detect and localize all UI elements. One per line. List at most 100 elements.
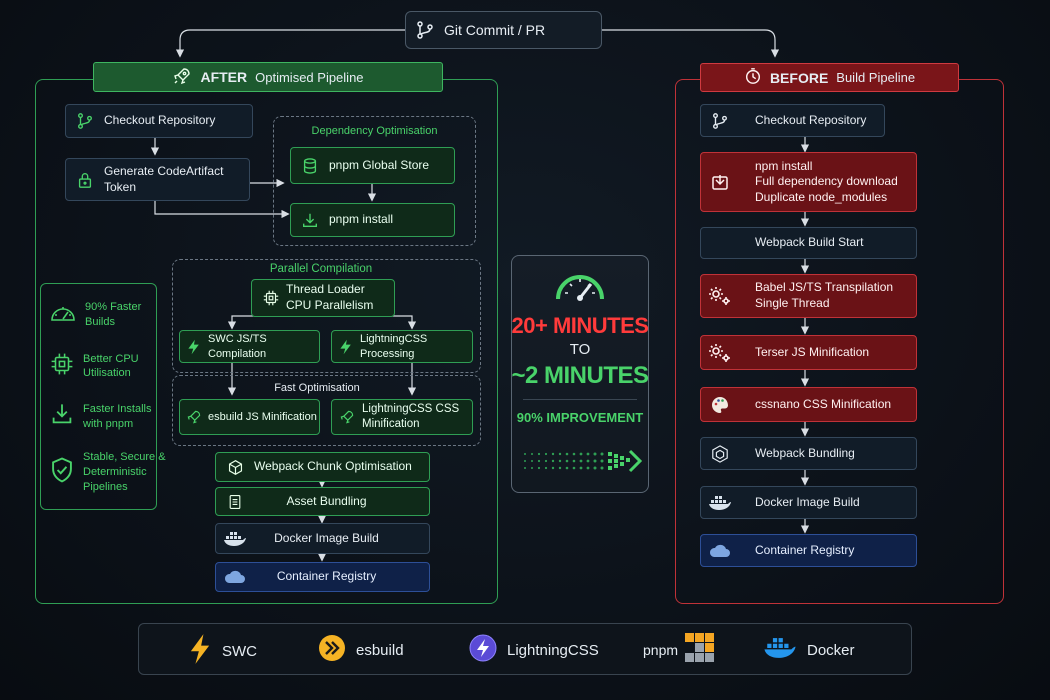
after-token-line1: Generate CodeArtifact [104, 163, 224, 178]
cpu-icon [49, 351, 75, 382]
rocket-icon [172, 66, 192, 89]
download-icon [49, 402, 75, 431]
webpack-bundling-label: Webpack Bundling [755, 445, 855, 460]
benefit-2-line1: Faster Installs [83, 403, 152, 415]
after-docker-label: Docker Image Build [274, 530, 379, 545]
before-banner-text: Build Pipeline [836, 70, 916, 85]
swc-bolt-icon [188, 633, 212, 669]
esbuild-icon [318, 634, 346, 666]
chunk-optimisation-node[interactable]: Webpack Chunk Optimisation [215, 452, 430, 482]
git-commit-node[interactable]: Git Commit / PR [405, 11, 602, 49]
lightning-min-line1: LightningCSS CSS [362, 403, 460, 416]
cssnano-label: cssnano CSS Minification [755, 396, 892, 411]
webpack-bundling-node[interactable]: Webpack Bundling [700, 437, 917, 470]
speed-arrow-icon [522, 447, 652, 480]
esbuild-minify-label: esbuild JS Minification [208, 410, 317, 423]
benefit-installs: Faster Installs with pnpm [49, 402, 151, 432]
pnpm-install-label: pnpm install [329, 212, 394, 227]
thread-loader-text: Thread Loader CPU Parallelism [286, 282, 394, 313]
benefit-0-line1: 90% Faster [85, 301, 142, 313]
legend-docker-label: Docker [807, 641, 855, 659]
after-registry-label: Container Registry [276, 569, 377, 584]
after-registry-node[interactable]: Container Registry [215, 562, 430, 592]
webpack-start-node[interactable]: Webpack Build Start [700, 227, 917, 259]
git-branch-icon [406, 20, 444, 40]
lightning-icon [332, 339, 360, 355]
benefit-stable-text: Stable, Secure & Deterministic Pipelines [83, 450, 166, 495]
after-token-node[interactable]: Generate CodeArtifact Token [65, 158, 250, 201]
benefit-3-line3: Pipelines [83, 480, 128, 493]
legend-esbuild: esbuild [318, 634, 404, 666]
pnpm-install-node[interactable]: pnpm install [290, 203, 455, 237]
benefit-1-line1: Better CPU [83, 352, 139, 365]
asset-bundling-node[interactable]: Asset Bundling [215, 487, 430, 516]
benefit-cpu-text: Better CPU Utilisation [83, 352, 139, 382]
before-checkout-node[interactable]: Checkout Repository [700, 104, 885, 137]
asset-bundling-label: Asset Bundling [286, 493, 367, 508]
stats-line2: TO [569, 341, 591, 358]
legend-pnpm-label: pnpm [643, 642, 679, 658]
lightningcss-processing-node[interactable]: LightningCSS Processing [331, 330, 473, 363]
babel-line1: Babel JS/TS Transpilation [755, 280, 894, 295]
dependency-title: Dependency Optimisation [311, 125, 438, 137]
swc-compile-node[interactable]: SWC JS/TS Compilation [179, 330, 320, 363]
chunk-optimisation-label: Webpack Chunk Optimisation [254, 459, 412, 474]
npm-install-node[interactable]: npm install Full dependency download Dupli… [700, 152, 917, 212]
clock-icon [744, 67, 762, 88]
after-docker-node[interactable]: Docker Image Build [215, 523, 430, 554]
legend-swc: SWC [188, 633, 257, 669]
after-token-line2: Token [104, 179, 137, 194]
docker-icon [701, 494, 739, 512]
before-checkout-label: Checkout Repository [755, 112, 867, 127]
benefit-2-line2: with pnpm [83, 417, 134, 430]
legend-docker: Docker [763, 635, 855, 665]
legend-pnpm: pnpm [643, 632, 716, 668]
swc-compile-label: SWC JS/TS Compilation [208, 333, 267, 360]
after-banner: AFTER Optimised Pipeline [93, 62, 443, 92]
webpack-cube-icon [701, 444, 739, 463]
after-checkout-node[interactable]: Checkout Repository [65, 104, 253, 138]
git-branch-icon [66, 112, 104, 130]
stats-divider [523, 399, 637, 400]
git-commit-label: Git Commit / PR [444, 21, 546, 38]
npm-line2: Full dependency download [755, 174, 898, 189]
babel-text: Babel JS/TS Transpilation Single Thread [739, 280, 916, 311]
before-registry-node[interactable]: Container Registry [700, 534, 917, 567]
cssnano-node[interactable]: cssnano CSS Minification [700, 387, 917, 422]
lightningcss-minify-node[interactable]: LightningCSS CSS Minification [331, 399, 473, 435]
lightning-icon [180, 339, 208, 355]
stats-improvement: 90% IMPROVEMENT [516, 410, 644, 425]
cloud-icon [701, 543, 739, 559]
pnpm-store-node[interactable]: pnpm Global Store [290, 147, 455, 184]
esbuild-minify-node[interactable]: esbuild JS Minification [179, 399, 320, 435]
benefit-3-line1: Stable, Secure & [83, 451, 166, 463]
terser-node[interactable]: Terser JS Minification [700, 335, 917, 370]
thread-loader-node[interactable]: Thread Loader CPU Parallelism [251, 279, 395, 317]
database-icon [291, 157, 329, 175]
parallel-title: Parallel Compilation [269, 263, 373, 275]
benefit-3-line2: Deterministic [83, 465, 147, 478]
docker-icon [763, 635, 797, 665]
lightningcss-icon [469, 634, 497, 666]
speedometer-icon [553, 263, 607, 310]
lightningcss-minify-text: LightningCSS CSS Minification [362, 402, 472, 432]
terser-label: Terser JS Minification [755, 344, 870, 359]
speedometer-icon [49, 300, 77, 329]
after-token-text: Generate CodeArtifact Token [104, 164, 249, 195]
babel-line2: Single Thread [755, 296, 830, 310]
rocket-icon [180, 409, 208, 425]
download-icon [701, 172, 739, 192]
before-docker-label: Docker Image Build [755, 494, 860, 509]
legend-swc-label: SWC [222, 642, 257, 660]
benefit-faster-builds-text: 90% Faster Builds [85, 300, 141, 330]
fast-title: Fast Optimisation [274, 382, 360, 394]
gears-icon [701, 285, 739, 307]
cpu-icon [252, 289, 290, 307]
stats-line3: ~2 MINUTES [511, 362, 649, 389]
benefit-cpu: Better CPU Utilisation [49, 351, 139, 382]
webpack-start-label: Webpack Build Start [755, 235, 864, 250]
lock-icon [66, 171, 104, 189]
pnpm-icon [684, 632, 716, 668]
before-docker-node[interactable]: Docker Image Build [700, 486, 917, 519]
babel-node[interactable]: Babel JS/TS Transpilation Single Thread [700, 274, 917, 318]
